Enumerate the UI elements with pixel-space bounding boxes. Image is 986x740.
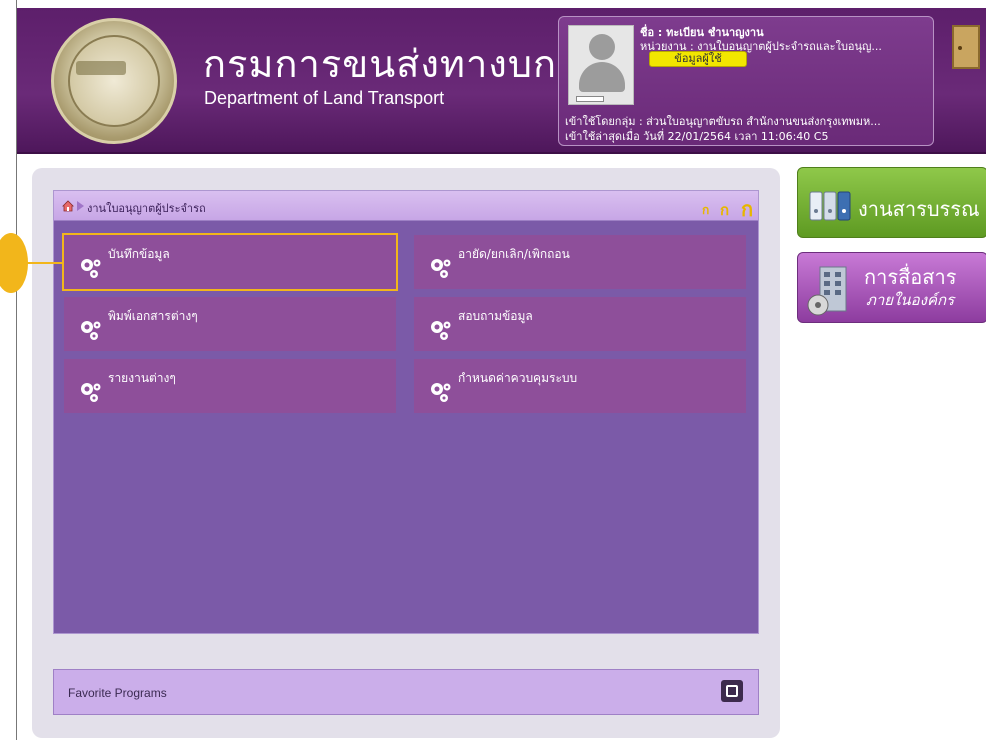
menu-tile-print-documents[interactable]: พิมพ์เอกสารต่างๆ <box>64 297 396 351</box>
menu-tile-suspend-revoke[interactable]: อายัด/ยกเลิก/เพิกถอน <box>414 235 746 289</box>
gears-icon <box>81 321 101 340</box>
tile-label: สอบถามข้อมูล <box>458 309 533 323</box>
breadcrumb-arrow-icon <box>77 201 84 211</box>
menu-tile-inquiry[interactable]: สอบถามข้อมูล <box>414 297 746 351</box>
last-login: เข้าใช้ล่าสุดเมื่อ วันที่ 22/01/2564 เวล… <box>565 130 829 143</box>
home-icon[interactable] <box>62 200 74 212</box>
avatar <box>568 25 634 105</box>
user-info-button[interactable]: ข้อมูลผู้ใช้ <box>649 51 747 67</box>
font-size-medium[interactable]: ก <box>720 198 729 222</box>
user-info-box: ชื่อ : ทะเบียน ชำนาญงาน หน่วยงาน : งานใบ… <box>558 16 934 146</box>
logout-door-icon[interactable] <box>952 25 980 69</box>
internal-communication-button[interactable]: การสื่อสาร ภายในองค์กร <box>797 252 986 323</box>
gears-icon <box>431 321 451 340</box>
tile-label: บันทึกข้อมูล <box>108 247 170 261</box>
breadcrumb: งานใบอนุญาตผู้ประจำรถ <box>87 202 206 215</box>
building-cd-icon <box>807 266 847 316</box>
main-panel: งานใบอนุญาตผู้ประจำรถ ก ก ก บันทึกข้อมูล <box>32 168 780 738</box>
gears-icon <box>431 259 451 278</box>
favorite-programs-bar: Favorite Programs <box>53 669 759 715</box>
font-size-small[interactable]: ก <box>702 201 709 220</box>
dlt-seal-logo <box>51 18 177 144</box>
tile-label: กำหนดค่าควบคุมระบบ <box>458 371 578 385</box>
menu-header: งานใบอนุญาตผู้ประจำรถ ก ก ก <box>54 191 758 221</box>
org-name-thai: กรมการขนส่งทางบก <box>203 42 557 86</box>
saraban-label: งานสารบรรณ <box>858 197 980 221</box>
header: กรมการขนส่งทางบก Department of Land Tran… <box>17 8 986 154</box>
page: กรมการขนส่งทางบก Department of Land Tran… <box>0 0 986 740</box>
open-external-icon[interactable] <box>721 680 743 702</box>
favorite-programs-label: Favorite Programs <box>68 686 167 700</box>
tile-label: พิมพ์เอกสารต่างๆ <box>108 309 198 323</box>
binders-icon <box>809 191 851 221</box>
menu-tile-record-data[interactable]: บันทึกข้อมูล <box>62 233 398 291</box>
menu-tile-system-config[interactable]: กำหนดค่าควบคุมระบบ <box>414 359 746 413</box>
menu-tile-reports[interactable]: รายงานต่างๆ <box>64 359 396 413</box>
menu-panel: งานใบอนุญาตผู้ประจำรถ ก ก ก บันทึกข้อมูล <box>53 190 759 634</box>
tile-label: รายงานต่างๆ <box>108 371 176 385</box>
annotation-line <box>24 262 64 264</box>
gears-icon <box>431 383 451 402</box>
communication-subtitle: ภายในองค์กร <box>866 291 955 309</box>
saraban-button[interactable]: งานสารบรรณ <box>797 167 986 238</box>
font-size-large[interactable]: ก <box>741 193 753 225</box>
gears-icon <box>81 383 101 402</box>
org-name-english: Department of Land Transport <box>204 88 445 108</box>
tile-label: อายัด/ยกเลิก/เพิกถอน <box>458 247 570 261</box>
gears-icon <box>81 259 101 278</box>
